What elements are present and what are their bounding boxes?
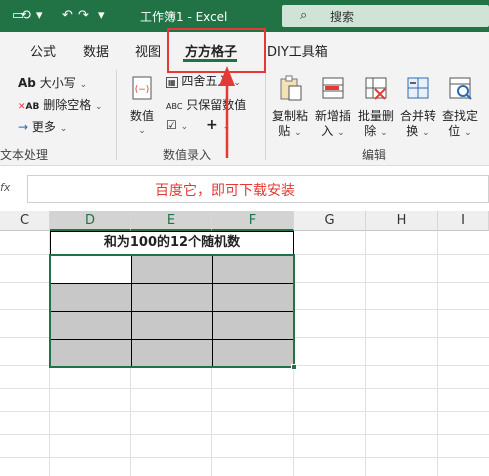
numeric-button[interactable]: (−) 数值 ⌄ bbox=[125, 74, 159, 139]
copy-paste-button[interactable]: 复制粘 贴 ⌄ bbox=[270, 74, 310, 141]
col-header-e[interactable]: E bbox=[131, 211, 212, 231]
insert-button[interactable]: 新增插 入 ⌄ bbox=[313, 74, 353, 141]
qa-item-3[interactable]: ↷ bbox=[78, 8, 89, 23]
keep-values-button[interactable]: ABC 只保留数值 bbox=[166, 96, 246, 113]
qa-item-0[interactable]: ⟲ bbox=[20, 8, 31, 23]
fx-icon[interactable]: fx bbox=[0, 181, 10, 194]
grid-line bbox=[365, 231, 366, 476]
grid-line bbox=[0, 457, 489, 458]
tab-data[interactable]: 数据 bbox=[83, 41, 109, 60]
arrow-right-icon: → bbox=[18, 120, 29, 134]
search-icon: ⌕ bbox=[300, 8, 308, 23]
group-separator bbox=[116, 70, 117, 160]
col-header-c[interactable]: C bbox=[0, 211, 50, 231]
grid-line bbox=[0, 411, 489, 412]
more-button[interactable]: → 更多 ⌄ bbox=[18, 118, 67, 135]
edit-icon: ☑ bbox=[166, 118, 177, 132]
merge-icon bbox=[407, 77, 429, 99]
col-header-i[interactable]: I bbox=[438, 211, 489, 231]
undo-icon[interactable]: ↶ bbox=[62, 8, 73, 23]
case-icon: Ab bbox=[18, 76, 36, 90]
merged-title-cell[interactable]: 和为100的12个随机数 bbox=[50, 231, 294, 255]
qa-item-1[interactable]: ▾ bbox=[36, 8, 43, 23]
abc-icon: ABC bbox=[166, 102, 183, 111]
merge-convert-button[interactable]: 合并转 换 ⌄ bbox=[398, 74, 438, 141]
group-label-edit: 编辑 bbox=[362, 148, 387, 162]
col-header-d[interactable]: D bbox=[50, 211, 131, 231]
grid-line bbox=[0, 388, 489, 389]
window-title: 工作簿1 - Excel bbox=[140, 10, 228, 24]
annotation-text: 百度它，即可下载安装 bbox=[155, 183, 295, 199]
group-label-text: 文本处理 bbox=[0, 148, 49, 162]
group-label-numeric: 数值录入 bbox=[163, 148, 212, 162]
batch-delete-button[interactable]: 批量删 除 ⌄ bbox=[356, 74, 396, 141]
case-button[interactable]: Ab 大小写 ⌄ bbox=[18, 74, 87, 91]
fill-handle[interactable] bbox=[291, 364, 297, 370]
remove-spaces-icon: ✕AB bbox=[18, 102, 40, 112]
round-button[interactable]: ▦ 四舍五入 ⌄ bbox=[166, 72, 241, 89]
col-header-f[interactable]: F bbox=[212, 211, 294, 231]
round-icon: ▦ bbox=[166, 77, 178, 88]
grid-line bbox=[437, 231, 438, 476]
redo-icon[interactable]: ▾ bbox=[98, 8, 105, 23]
clipboard-icon bbox=[280, 75, 302, 101]
tab-view[interactable]: 视图 bbox=[135, 41, 161, 60]
find-locate-button[interactable]: 查找定 位 ⌄ bbox=[440, 74, 480, 141]
search-box[interactable]: ⌕ 搜索 bbox=[282, 5, 489, 27]
numeric-icon: (−) bbox=[132, 76, 152, 100]
edit-button[interactable]: ☑ ⌄ bbox=[166, 118, 188, 132]
grid-line bbox=[0, 434, 489, 435]
find-icon bbox=[449, 77, 472, 100]
group-separator bbox=[265, 70, 266, 160]
tab-highlight-box bbox=[167, 28, 266, 73]
insert-icon bbox=[322, 77, 344, 99]
col-header-g[interactable]: G bbox=[294, 211, 366, 231]
delete-grid-icon bbox=[365, 77, 387, 100]
tab-diy-toolbox[interactable]: DIY工具箱 bbox=[267, 41, 328, 60]
svg-text:(−): (−) bbox=[135, 85, 150, 95]
plus-button[interactable]: + ⌄ bbox=[206, 117, 230, 133]
tab-formulas[interactable]: 公式 bbox=[30, 41, 56, 60]
search-placeholder: 搜索 bbox=[330, 10, 355, 24]
selection-border bbox=[49, 254, 295, 368]
col-header-h[interactable]: H bbox=[366, 211, 438, 231]
remove-spaces-button[interactable]: ✕AB 删除空格 ⌄ bbox=[18, 96, 103, 113]
